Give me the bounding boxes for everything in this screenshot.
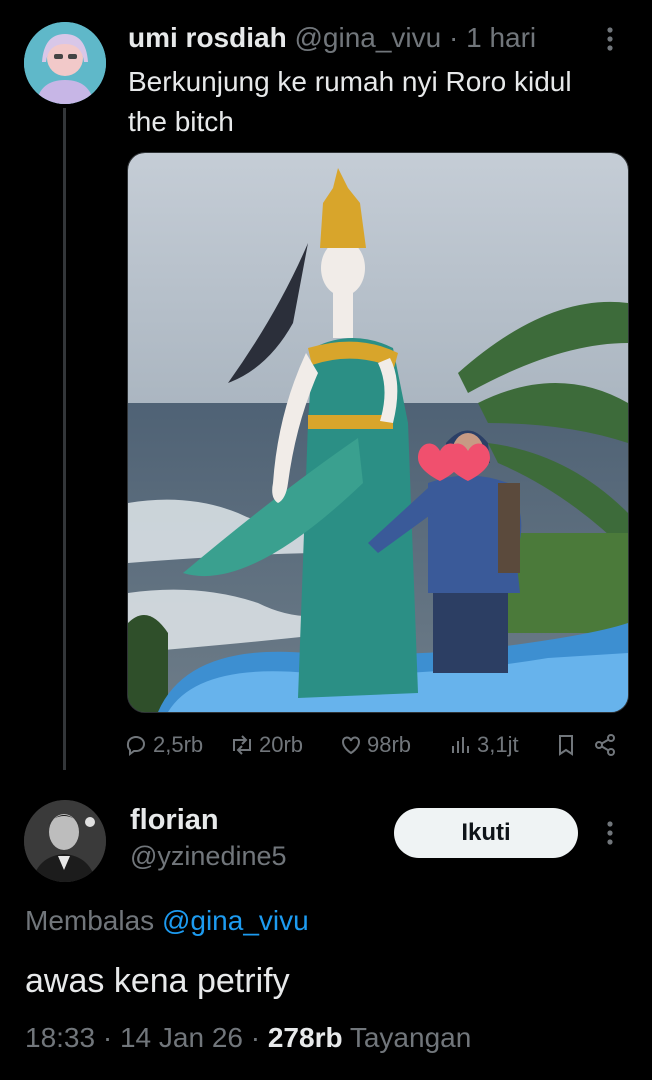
like-count: 98rb (367, 732, 412, 757)
tweet-text-line-2: the bitch (128, 106, 234, 137)
header-separator: · (449, 22, 459, 53)
views-icon (449, 733, 473, 757)
reply-time[interactable]: 18:33 (25, 1022, 95, 1053)
reply-views-count[interactable]: 278rb (268, 1022, 343, 1053)
reply-date[interactable]: 14 Jan 26 (120, 1022, 243, 1053)
reply-meta: 18:33 · 14 Jan 26 · 278rb Tayangan (25, 1022, 471, 1054)
like-button[interactable]: 98rb (339, 728, 411, 762)
replying-prefix: Membalas (25, 905, 155, 936)
replying-mention-link[interactable]: @gina_vivu (162, 905, 309, 936)
author-name[interactable]: umi rosdiah (128, 22, 287, 53)
tweet-text: Berkunjung ke rumah nyi Roro kidul the b… (128, 62, 628, 142)
share-icon (593, 733, 617, 757)
reply-more-icon[interactable] (598, 818, 622, 850)
reply-icon (125, 733, 149, 757)
thread-connector-line (63, 108, 66, 770)
tweet-header: umi rosdiah @gina_vivu · 1 hari (128, 22, 536, 54)
replying-to: Membalas @gina_vivu (25, 905, 309, 937)
meta-separator-1: · (102, 1022, 113, 1053)
tweet-photo[interactable] (127, 152, 629, 713)
reply-author-avatar[interactable] (24, 800, 106, 882)
more-icon[interactable] (598, 24, 622, 56)
views-button[interactable]: 3,1jt (449, 728, 519, 762)
meta-separator-2: · (250, 1022, 261, 1053)
repost-button[interactable]: 20rb (229, 728, 303, 762)
reply-views-label: Tayangan (349, 1022, 472, 1053)
share-button[interactable] (593, 728, 617, 762)
tweet-time[interactable]: 1 hari (466, 22, 536, 53)
author-handle[interactable]: @gina_vivu (294, 22, 441, 53)
like-icon (339, 733, 363, 757)
author-avatar[interactable] (24, 22, 106, 104)
bookmark-icon (555, 733, 577, 757)
views-count: 3,1jt (477, 732, 519, 757)
tweet-text-line-1: Berkunjung ke rumah nyi Roro kidul (128, 66, 572, 97)
reply-author-name[interactable]: florian (130, 804, 219, 837)
bookmark-button[interactable] (555, 728, 577, 762)
repost-icon (229, 733, 255, 757)
follow-button[interactable]: Ikuti (394, 808, 578, 858)
reply-button[interactable]: 2,5rb (125, 728, 203, 762)
reply-count: 2,5rb (153, 732, 204, 757)
reply-text: awas kena petrify (25, 962, 290, 1000)
reply-author-handle[interactable]: @yzinedine5 (130, 841, 287, 872)
repost-count: 20rb (259, 732, 304, 757)
tweet-actions: 2,5rb 20rb 98rb 3,1jt (125, 728, 625, 762)
